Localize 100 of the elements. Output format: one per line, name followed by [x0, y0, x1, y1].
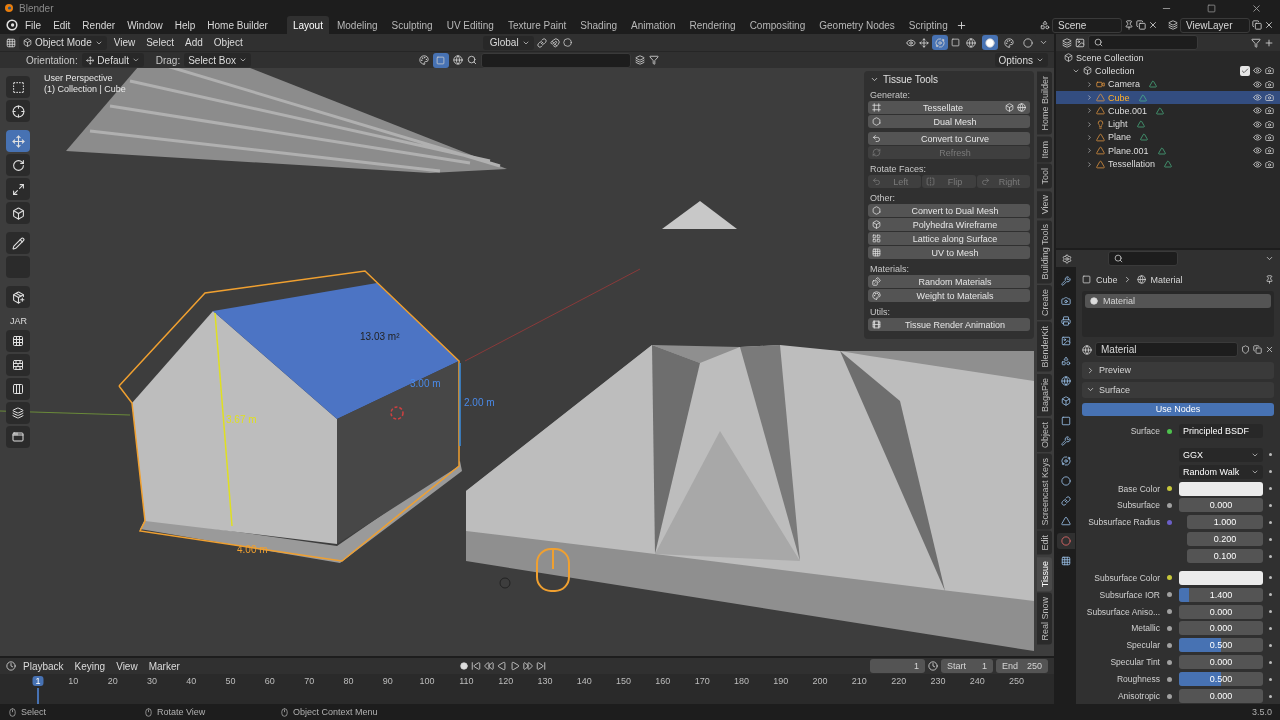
tool-button[interactable]: UV to Mesh [868, 246, 1030, 259]
menu-item[interactable]: Window [122, 18, 168, 32]
menu-item[interactable]: Add [181, 37, 207, 48]
panel-header[interactable]: Surface [1082, 381, 1274, 398]
property-label: Specular Tint [1109, 657, 1160, 668]
tool-button[interactable]: Dual Mesh [868, 115, 1030, 128]
workspace-tab[interactable]: Texture Paint [501, 16, 573, 34]
number-field[interactable]: 0.200 [1187, 532, 1263, 547]
number-field[interactable]: 0.000 [1179, 621, 1263, 636]
start-frame-field[interactable]: Start 1 [941, 659, 993, 673]
sidebar-tab[interactable]: BlenderKit [1037, 322, 1052, 372]
tool-button[interactable]: Convert to Curve [868, 132, 1030, 145]
outliner-row[interactable]: Light [1056, 117, 1280, 131]
property-label: Subsurface [1116, 500, 1160, 511]
menu-item[interactable]: Marker [144, 660, 184, 672]
workspace-tab[interactable]: Scripting [902, 16, 954, 34]
tool-button[interactable]: Tessellate [868, 101, 1030, 114]
outliner-row[interactable]: Scene Collection [1056, 51, 1280, 65]
surface-dropdown[interactable]: Principled BSDF [1179, 424, 1263, 439]
workspace-tab[interactable]: Compositing [743, 16, 812, 34]
options-dropdown[interactable]: Options [994, 53, 1048, 67]
sidebar-tab[interactable]: View [1037, 190, 1052, 218]
menu-item[interactable]: Edit [48, 18, 76, 32]
menu-item[interactable]: Select [142, 37, 178, 48]
tool-button[interactable]: Lattice along Surface [868, 232, 1030, 245]
menu-item[interactable]: Help [169, 18, 201, 32]
workspace-tab[interactable]: Shading [574, 16, 623, 34]
sidebar-tab[interactable]: Screencast Keys [1037, 453, 1052, 530]
panel-title[interactable]: Tissue Tools [868, 73, 1030, 89]
outliner-row[interactable]: Camera [1056, 77, 1280, 91]
view-layer-field[interactable]: ViewLayer [1180, 17, 1250, 33]
menu-item[interactable]: Home Builder [202, 18, 273, 32]
outliner-row[interactable]: Collection [1056, 64, 1280, 78]
material-name-field[interactable]: Material [1095, 342, 1238, 358]
use-nodes-button[interactable]: Use Nodes [1082, 402, 1274, 417]
mode-dropdown[interactable]: Object Mode [19, 35, 107, 50]
current-frame-field[interactable]: 1 [870, 659, 925, 673]
sidebar-tab[interactable]: Home Builder [1037, 72, 1052, 135]
material-slot[interactable]: Material [1085, 294, 1271, 309]
frame-number: 20 [106, 676, 119, 686]
dropdown[interactable]: GGX [1179, 447, 1263, 462]
menu-item[interactable]: Object [209, 37, 247, 48]
sidebar-tab[interactable]: Item [1037, 136, 1052, 163]
property-label: Anisotropic [1116, 691, 1160, 701]
panel-header[interactable]: Preview [1082, 362, 1274, 379]
toolbar-section-label: JAR [10, 316, 28, 326]
drag-dropdown[interactable]: Select Box [184, 53, 251, 67]
sidebar-tab[interactable]: Object [1037, 417, 1052, 452]
workspace-tab[interactable]: Modeling [330, 16, 384, 34]
menu-item[interactable]: File [20, 18, 47, 32]
workspace-tab[interactable]: Rendering [683, 16, 742, 34]
frame-number: 190 [772, 676, 790, 686]
outliner-row[interactable]: Cube [1056, 90, 1280, 105]
menu-item[interactable]: View [112, 660, 142, 672]
number-field[interactable]: 1.400 [1179, 587, 1263, 602]
number-field[interactable]: 0.100 [1187, 549, 1263, 564]
frame-number: 250 [1008, 676, 1026, 686]
end-frame-field[interactable]: End 250 [996, 659, 1048, 673]
menu-item[interactable]: Keying [70, 660, 110, 672]
number-field[interactable]: 0.000 [1179, 604, 1263, 619]
outliner-row[interactable]: Tessellation [1056, 157, 1280, 171]
scene-field[interactable]: Scene [1052, 17, 1122, 33]
tool-button[interactable]: Random Materials [868, 275, 1030, 288]
tool-button[interactable]: Polyhedra Wireframe [868, 218, 1030, 231]
menu-item[interactable]: Playback [19, 660, 68, 672]
number-field[interactable]: 0.000 [1179, 689, 1263, 703]
frame-number: 170 [693, 676, 711, 686]
dropdown[interactable]: Random Walk [1179, 464, 1263, 479]
tool-button[interactable]: Convert to Dual Mesh [868, 204, 1030, 217]
sidebar-tab[interactable]: Create [1037, 285, 1052, 321]
menu-item[interactable]: View [109, 37, 140, 48]
number-field[interactable]: 0.500 [1179, 672, 1263, 687]
tool-button[interactable]: Tissue Render Animation [868, 318, 1030, 331]
sidebar-tab[interactable]: BagaPie [1037, 373, 1052, 416]
sidebar-tab[interactable]: Building Tools [1037, 219, 1052, 284]
orientation-dropdown[interactable]: Default [81, 53, 144, 67]
workspace-tab[interactable]: Animation [625, 16, 682, 34]
outliner-item-name: Plane [1108, 132, 1132, 143]
sidebar-tab[interactable]: Tissue [1037, 556, 1052, 592]
frame-number: 100 [418, 676, 436, 686]
number-field[interactable]: 0.000 [1179, 498, 1263, 513]
outliner-item-name: Collection [1095, 65, 1135, 76]
outliner-row[interactable]: Plane.001 [1056, 144, 1280, 158]
outliner-row[interactable]: Plane [1056, 130, 1280, 145]
workspace-tab[interactable]: UV Editing [440, 16, 500, 34]
number-field[interactable]: 1.000 [1187, 515, 1263, 530]
status-text: Select [21, 707, 46, 717]
sidebar-tab[interactable]: Real Snow [1037, 593, 1052, 645]
number-field[interactable]: 0.500 [1179, 638, 1263, 653]
workspace-tab[interactable]: Geometry Nodes [813, 16, 901, 34]
number-field[interactable]: 0.000 [1179, 655, 1263, 670]
tool-button[interactable]: Weight to Materials [868, 289, 1030, 302]
workspace-tab[interactable]: Sculpting [385, 16, 439, 34]
orientation-dropdown[interactable]: Global [482, 35, 534, 50]
outliner-row[interactable]: Cube.001 [1056, 104, 1280, 118]
frame-number: 120 [497, 676, 515, 686]
menu-item[interactable]: Render [77, 18, 121, 32]
sidebar-tab[interactable]: Edit [1037, 531, 1052, 555]
workspace-tab[interactable]: Layout [286, 16, 329, 34]
sidebar-tab[interactable]: Tool [1037, 164, 1052, 189]
